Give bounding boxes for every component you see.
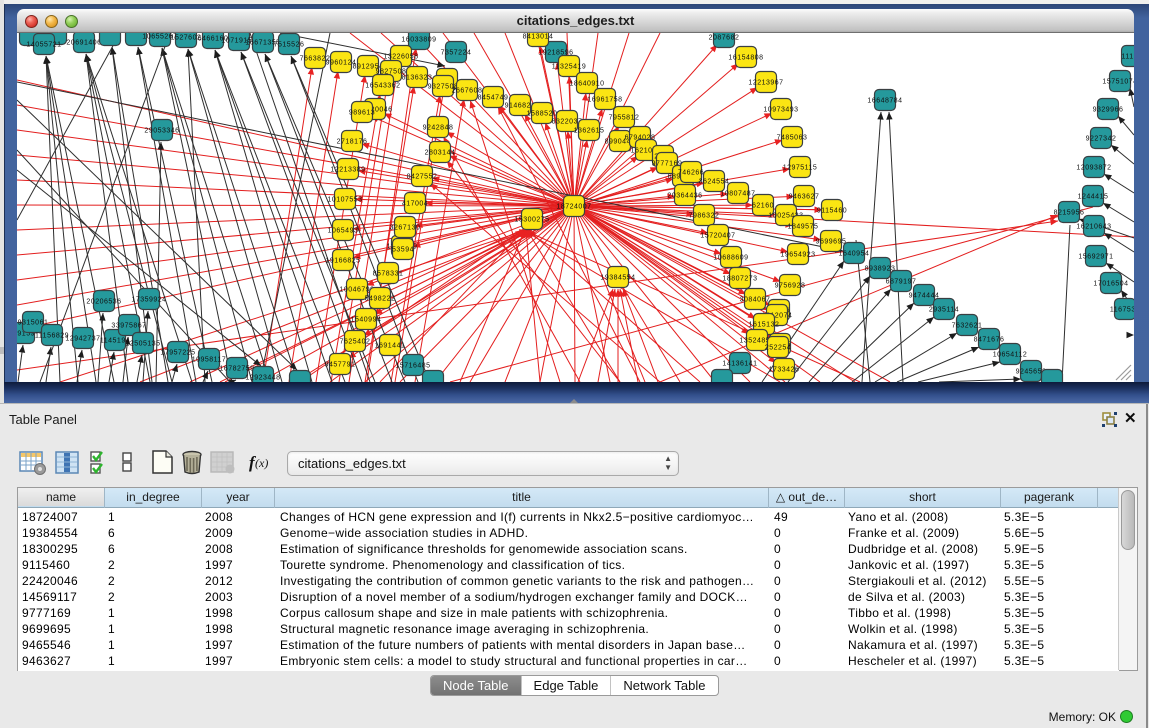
svg-text:(x): (x): [255, 456, 268, 470]
